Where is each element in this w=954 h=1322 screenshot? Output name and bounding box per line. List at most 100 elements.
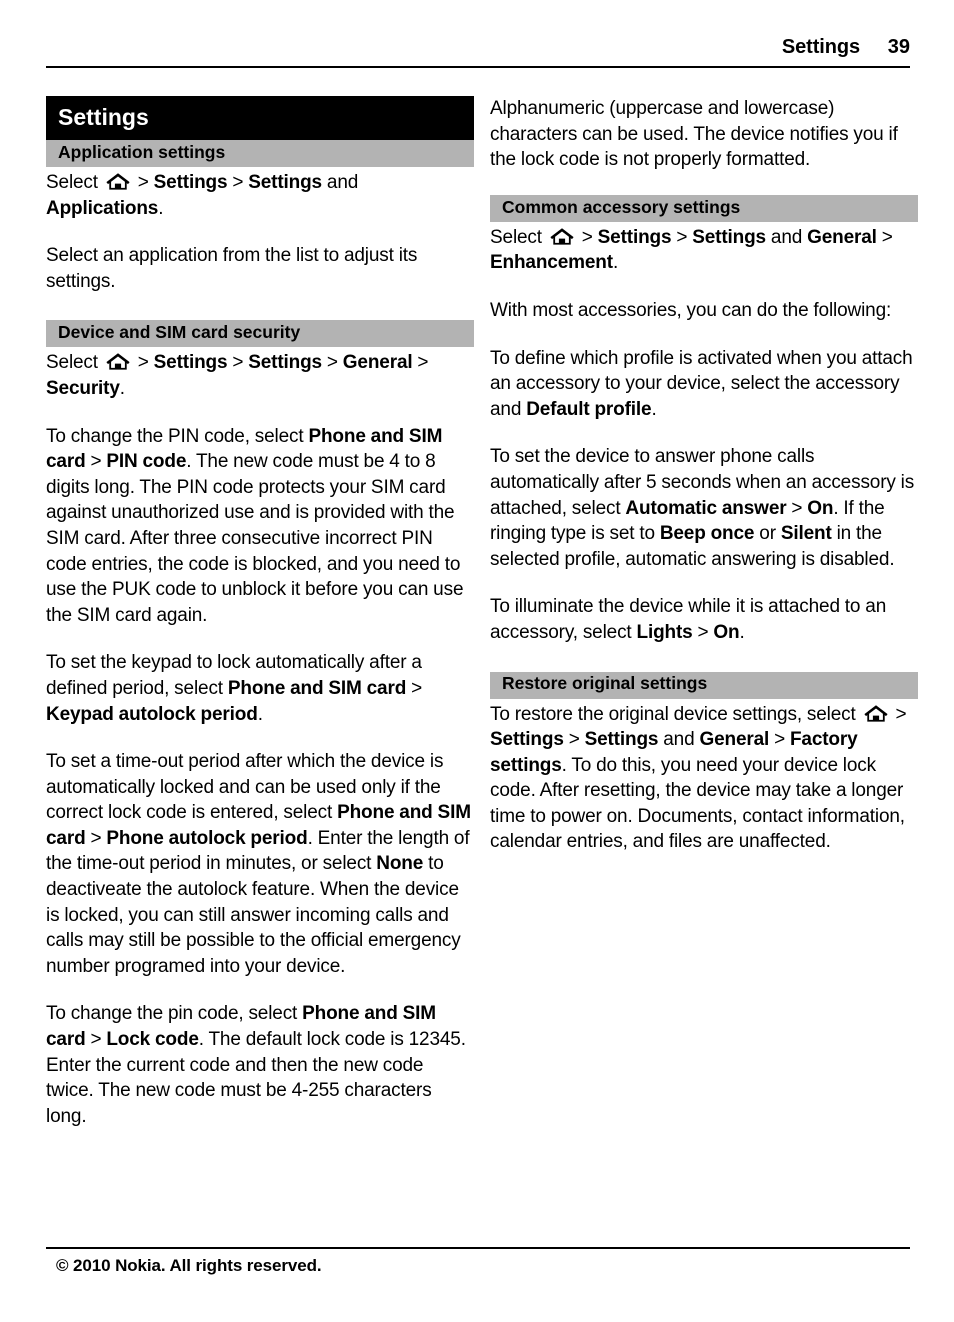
section-heading-bar: Application settings: [46, 140, 474, 167]
menu-path-term: Automatic answer: [625, 497, 792, 519]
paragraph-text: .: [651, 398, 657, 420]
home-icon: [105, 352, 131, 371]
right-column: Alphanumeric (uppercase and lowercase) c…: [490, 96, 918, 877]
menu-path-term: Phone autolock period: [106, 827, 308, 849]
header-divider: [46, 66, 910, 68]
paragraph-text: >: [890, 703, 907, 725]
section-heading-bar: Device and SIM card security: [46, 320, 474, 348]
menu-path-term: Settings: [490, 729, 569, 751]
paragraph-text: and: [321, 172, 359, 193]
paragraph: To change the pin code, select Phone and…: [46, 1001, 474, 1129]
section-heading-bar: Common accessory settings: [490, 194, 918, 222]
paragraph-text: >: [132, 172, 154, 193]
paragraph-text: >: [881, 226, 893, 248]
menu-path-term: Beep once: [659, 523, 755, 545]
paragraph-text: >: [232, 172, 249, 193]
menu-path-term: Default profile: [526, 398, 652, 420]
paragraph-text: Select an application from the list to a…: [46, 245, 418, 292]
section-heading-bar: Restore original settings: [490, 671, 918, 699]
paragraph-text: >: [791, 497, 808, 519]
menu-path-term: Security: [46, 377, 120, 399]
paragraph-text: and: [658, 729, 700, 751]
menu-path-term: General: [342, 352, 418, 374]
paragraph: Select > Settings > Settings > General >…: [46, 350, 474, 401]
menu-path-term: Settings: [153, 172, 233, 193]
menu-path-term: On: [713, 621, 740, 643]
paragraph-text: . The new code must be 4 to 8 digits lon…: [46, 451, 464, 626]
paragraph-text: >: [774, 729, 790, 751]
paragraph-text: >: [417, 352, 429, 374]
menu-path-term: Settings: [692, 226, 766, 248]
paragraph: To define which profile is activated whe…: [490, 346, 918, 423]
home-icon: [863, 704, 889, 723]
page-number: 39: [887, 36, 910, 58]
right-column-lead: Alphanumeric (uppercase and lowercase) c…: [490, 96, 918, 173]
menu-path-term: Phone and SIM card: [227, 677, 412, 699]
paragraph: Alphanumeric (uppercase and lowercase) c…: [490, 96, 918, 173]
section-heading: Common accessory settings: [502, 196, 741, 217]
paragraph-text: >: [568, 729, 585, 751]
paragraph: To change the PIN code, select Phone and…: [46, 424, 474, 629]
paragraph-text: >: [576, 226, 598, 248]
paragraph-text: With most accessories, you can do the fo…: [490, 299, 892, 321]
paragraph-text: .: [612, 252, 619, 274]
footer-copyright: © 2010 Nokia. All rights reserved.: [56, 1256, 322, 1275]
section-heading: Application settings: [58, 141, 226, 162]
paragraph: To illuminate the device while it is att…: [490, 594, 918, 645]
left-column: Settings Application settings Select > Se…: [46, 96, 474, 1151]
right-column-sections: Common accessory settings Select > Settin…: [490, 194, 918, 856]
chapter-title: Settings: [58, 103, 149, 130]
section-heading: Restore original settings: [502, 673, 708, 694]
paragraph-text: To change the pin code, select: [46, 1003, 303, 1025]
paragraph-text: >: [232, 352, 249, 374]
menu-path-term: Settings: [597, 226, 677, 248]
paragraph-text: >: [326, 352, 343, 374]
menu-path-term: None: [376, 853, 424, 875]
paragraph-text: To restore the original device settings,…: [490, 703, 861, 725]
menu-path-term: General: [699, 729, 775, 751]
section-heading: Device and SIM card security: [58, 322, 301, 343]
paragraph: Select an application from the list to a…: [46, 243, 474, 294]
home-icon: [105, 172, 131, 191]
paragraph-text: >: [90, 451, 107, 473]
menu-path-term: On: [807, 497, 834, 519]
paragraph-text: Select: [46, 172, 103, 193]
paragraph-text: .: [257, 703, 263, 725]
menu-path-term: Enhancement: [490, 252, 613, 274]
paragraph-text: >: [90, 827, 107, 849]
page-header: Settings 39: [46, 36, 910, 59]
paragraph: To set the keypad to lock automatically …: [46, 650, 474, 727]
paragraph: To set the device to answer phone calls …: [490, 444, 918, 572]
menu-path-term: Applications: [46, 197, 159, 219]
paragraph-text: >: [411, 677, 423, 699]
paragraph-text: >: [90, 1029, 107, 1051]
paragraph-text: and: [765, 226, 808, 248]
left-column-sections: Application settings Select > Settings > …: [46, 140, 474, 1129]
paragraph: With most accessories, you can do the fo…: [490, 298, 918, 324]
menu-path-term: Settings: [248, 352, 327, 374]
paragraph-text: .: [119, 377, 125, 399]
paragraph-text: or: [754, 523, 781, 545]
menu-path-term: Settings: [153, 352, 233, 374]
home-icon: [549, 227, 575, 246]
paragraph: To set a time-out period after which the…: [46, 749, 474, 979]
header-chapter-title: Settings: [781, 36, 860, 58]
menu-path-term: Settings: [584, 729, 659, 751]
paragraph: Select > Settings > Settings and Applica…: [46, 170, 474, 221]
paragraph-text: To change the PIN code, select: [46, 425, 309, 447]
paragraph: To restore the original device settings,…: [490, 702, 918, 856]
menu-path-term: Lock code: [106, 1029, 199, 1051]
menu-path-term: Lights: [636, 621, 698, 643]
paragraph-text: Alphanumeric (uppercase and lowercase) c…: [490, 98, 898, 171]
paragraph-text: Select: [490, 226, 547, 248]
paragraph: Select > Settings > Settings and General…: [490, 225, 918, 276]
paragraph-text: .: [158, 197, 164, 219]
chapter-title-bar: Settings: [46, 96, 474, 140]
menu-path-term: General: [807, 226, 882, 248]
paragraph-text: Select: [46, 352, 103, 374]
paragraph-text: >: [697, 621, 714, 643]
menu-path-term: PIN code: [106, 451, 187, 473]
menu-path-term: Keypad autolock period: [46, 703, 258, 725]
footer-divider: [46, 1247, 910, 1249]
menu-path-term: Settings: [248, 172, 322, 193]
